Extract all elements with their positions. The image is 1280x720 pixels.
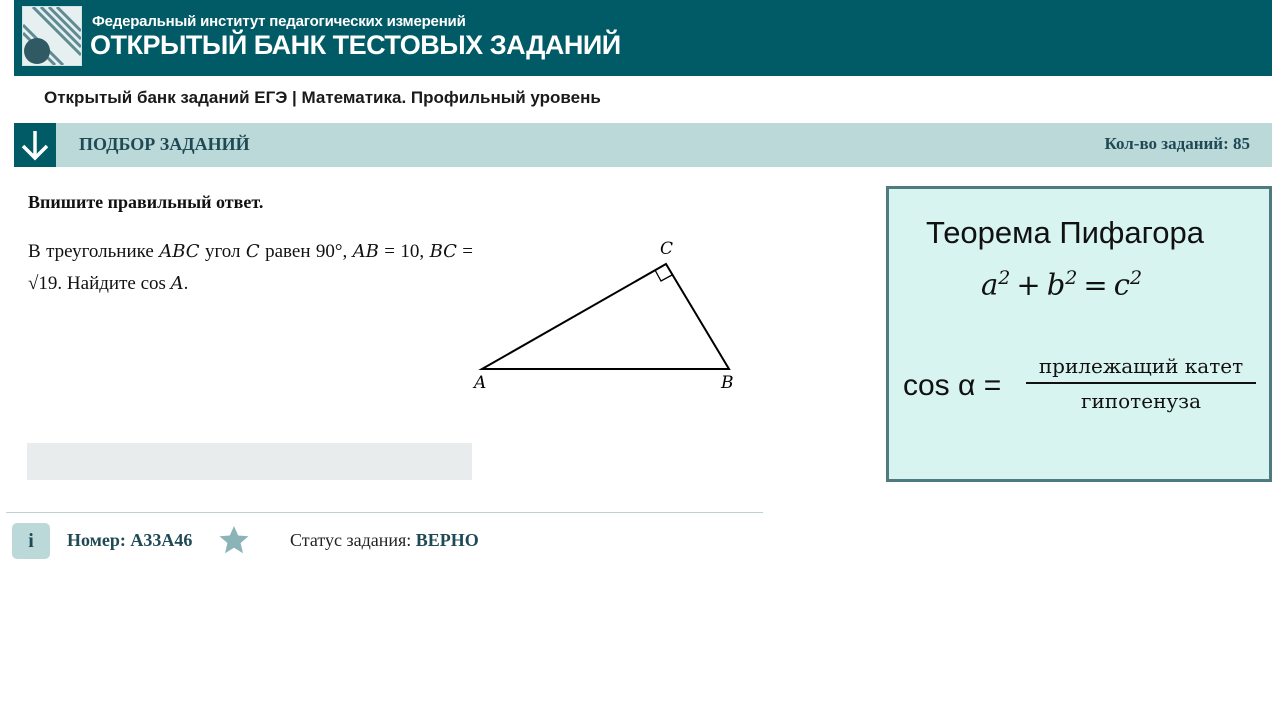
cos-formula-label: cos α = — [903, 369, 1002, 402]
institute-name: Федеральный институт педагогических изме… — [92, 13, 466, 30]
cos-fraction: прилежащий катет гипотенуза — [1026, 354, 1256, 413]
fraction-numerator: прилежащий катет — [1026, 354, 1256, 384]
pythagoras-formula: a2 + b2 = c2 — [981, 267, 1143, 302]
task-text: В треугольнике ABC угол C равен 90°, AB … — [28, 241, 474, 294]
divider — [6, 512, 763, 513]
task-count: Кол-во заданий: 85 — [1104, 134, 1251, 153]
task-selection-bar: ПОДБОР ЗАДАНИЙ Кол-во заданий: 85 — [14, 123, 1272, 167]
info-button[interactable]: i — [12, 523, 50, 559]
site-header: Федеральный институт педагогических изме… — [14, 0, 1272, 76]
fipi-logo-icon[interactable] — [22, 6, 82, 66]
theory-title: Теорема Пифагора — [926, 215, 1205, 250]
triangle-figure: A B C — [472, 239, 734, 393]
task-number: Номер: A33A46 — [67, 530, 193, 550]
task-status: Статус задания: ВЕРНО — [290, 530, 479, 550]
theory-box: Теорема Пифагора a2 + b2 = c2 cos α = прилеж… — [886, 186, 1272, 482]
breadcrumb[interactable]: Открытый банк заданий ЕГЭ | Математика. … — [44, 88, 601, 108]
favorite-star-icon[interactable] — [218, 524, 250, 556]
status-value: ВЕРНО — [415, 530, 479, 550]
task-instruction: Впишите правильный ответ. — [28, 192, 264, 212]
toggle-selection-button[interactable] — [14, 123, 56, 167]
fraction-denominator: гипотенуза — [1080, 389, 1201, 413]
vertex-label-b: B — [720, 373, 734, 393]
selection-title[interactable]: ПОДБОР ЗАДАНИЙ — [79, 134, 250, 155]
vertex-label-c: C — [660, 239, 673, 259]
arrow-down-icon — [21, 131, 49, 161]
bank-title[interactable]: ОТКРЫТЫЙ БАНК ТЕСТОВЫХ ЗАДАНИЙ — [90, 30, 621, 61]
vertex-label-a: A — [472, 373, 486, 393]
answer-input[interactable] — [27, 443, 472, 480]
